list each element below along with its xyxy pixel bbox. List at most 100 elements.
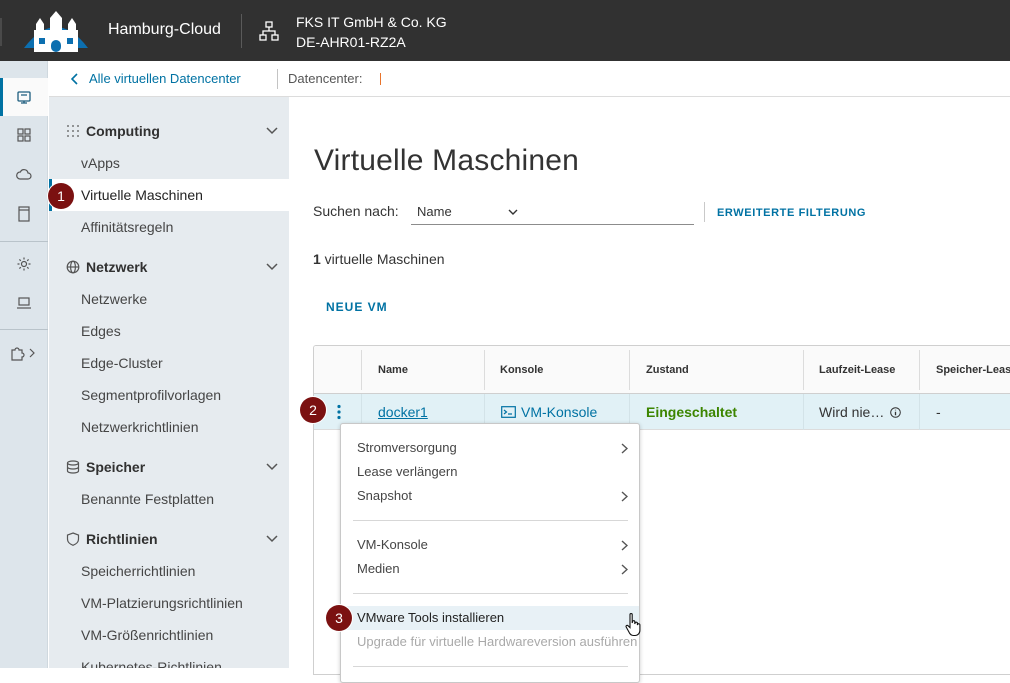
rail-puzzle-extensions-icon[interactable] xyxy=(0,334,48,372)
menu-item-lease-verlaengern[interactable]: Lease verlängern xyxy=(341,460,639,484)
filter-divider xyxy=(704,202,705,222)
menu-item-label: VMware Tools installieren xyxy=(357,610,505,625)
search-field-select[interactable]: Name xyxy=(411,199,694,225)
column-header-speicher-lease[interactable]: Speicher-Lease xyxy=(936,346,1010,394)
page-title: Virtuelle Maschinen xyxy=(314,144,580,177)
org-name[interactable]: FKS IT GmbH & Co. KG xyxy=(296,12,447,32)
search-field-value: Name xyxy=(417,204,452,219)
sidebar-group-netzwerk[interactable]: Netzwerk xyxy=(49,251,289,283)
hamburg-logo-icon[interactable] xyxy=(22,8,90,56)
datacenter-label: Datencenter: xyxy=(288,71,363,86)
sidebar-item-vm-platzierungsrichtlinien[interactable]: VM-Platzierungsrichtlinien xyxy=(49,587,289,619)
sidebar-item-kubernetes-richtlinien[interactable]: Kubernetes-Richtlinien xyxy=(49,651,289,668)
rail-library-book-icon[interactable] xyxy=(0,195,48,233)
sidebar-item-segmentprofilvorlagen[interactable]: Segmentprofilvorlagen xyxy=(49,379,289,411)
chevron-right-icon xyxy=(621,564,628,575)
header-divider xyxy=(241,14,242,48)
sidebar-item-edges[interactable]: Edges xyxy=(49,315,289,347)
database-icon xyxy=(66,460,80,474)
chevron-right-icon xyxy=(621,443,628,454)
sidebar-item-netzwerkrichtlinien[interactable]: Netzwerkrichtlinien xyxy=(49,411,289,443)
menu-divider xyxy=(353,520,628,521)
datagrid-header: Name Konsole Zustand Laufzeit-Lease Spei… xyxy=(314,346,1010,394)
column-separator[interactable] xyxy=(919,350,920,390)
search-by-label: Suchen nach: xyxy=(313,203,399,219)
organization-icon xyxy=(259,21,279,41)
menu-item-upgrade-hardwareversion: Upgrade für virtuelle Hardwareversion au… xyxy=(341,630,639,654)
sidebar: Computing vApps Virtuelle Maschinen Affi… xyxy=(49,97,289,668)
sidebar-item-edge-cluster[interactable]: Edge-Cluster xyxy=(49,347,289,379)
chevron-down-icon xyxy=(266,463,278,471)
icon-rail xyxy=(0,61,48,668)
new-vm-button[interactable]: NEUE VM xyxy=(326,300,388,314)
menu-item-stromversorgung[interactable]: Stromversorgung xyxy=(341,436,639,460)
shield-icon xyxy=(66,532,80,546)
sidebar-group-computing[interactable]: Computing xyxy=(49,115,289,147)
menu-item-vmware-tools-installieren[interactable]: VMware Tools installieren xyxy=(341,606,639,630)
chevron-down-icon xyxy=(266,263,278,271)
menu-item-label: VM-Konsole xyxy=(357,537,428,552)
row-actions-kebab-icon[interactable] xyxy=(334,404,344,420)
column-separator[interactable] xyxy=(484,350,485,390)
sidebar-group-label: Speicher xyxy=(86,459,146,475)
menu-item-snapshot[interactable]: Snapshot xyxy=(341,484,639,508)
sidebar-group-label: Netzwerk xyxy=(86,259,148,275)
grid-dots-icon xyxy=(66,124,80,138)
sidebar-item-speicherrichtlinien[interactable]: Speicherrichtlinien xyxy=(49,555,289,587)
sidebar-item-netzwerke[interactable]: Netzwerke xyxy=(49,283,289,315)
breadcrumb-bar: Alle virtuellen Datencenter Datencenter: xyxy=(49,61,1010,97)
vm-count-number: 1 xyxy=(313,251,321,267)
app-title[interactable]: Hamburg-Cloud xyxy=(108,21,221,39)
sidebar-group-speicher[interactable]: Speicher xyxy=(49,451,289,483)
sidebar-item-affinitaetsregeln[interactable]: Affinitätsregeln xyxy=(49,211,289,243)
column-header-name[interactable]: Name xyxy=(378,346,408,394)
runtime-lease-value: Wird nie… xyxy=(819,404,885,420)
sidebar-item-vapps[interactable]: vApps xyxy=(49,147,289,179)
chevron-down-icon xyxy=(266,535,278,543)
menu-item-label: Stromversorgung xyxy=(357,440,457,455)
sidebar-group-label: Computing xyxy=(86,123,160,139)
chevron-down-icon xyxy=(508,209,518,215)
sidebar-item-virtuelle-maschinen[interactable]: Virtuelle Maschinen xyxy=(49,179,289,211)
rail-laptop-icon[interactable] xyxy=(0,284,48,322)
cell-separator xyxy=(919,394,920,430)
column-header-zustand[interactable]: Zustand xyxy=(646,346,689,394)
column-separator xyxy=(361,350,362,390)
menu-item-label: Lease verlängern xyxy=(357,464,458,479)
row-actions-menu: Stromversorgung Lease verlängern Snapsho… xyxy=(340,423,640,683)
chevron-down-icon xyxy=(266,127,278,135)
vm-count-suffix: virtuelle Maschinen xyxy=(320,251,445,267)
menu-item-label: Snapshot xyxy=(357,488,412,503)
menu-item-medien[interactable]: Medien xyxy=(341,557,639,581)
sidebar-group-richtlinien[interactable]: Richtlinien xyxy=(49,523,289,555)
vm-name-link[interactable]: docker1 xyxy=(378,404,428,420)
rail-vm-server-icon[interactable] xyxy=(0,78,48,116)
rail-grid-apps-icon[interactable] xyxy=(0,116,48,154)
sidebar-item-benannte-festplatten[interactable]: Benannte Festplatten xyxy=(49,483,289,515)
rail-cloud-icon[interactable] xyxy=(0,155,48,193)
menu-item-vm-konsole[interactable]: VM-Konsole xyxy=(341,533,639,557)
column-separator[interactable] xyxy=(629,350,630,390)
rail-divider xyxy=(0,329,48,330)
info-icon[interactable] xyxy=(890,406,902,418)
chevron-right-icon xyxy=(621,540,628,551)
advanced-filter-button[interactable]: ERWEITERTE FILTERUNG xyxy=(717,207,866,219)
back-to-datacenters-link[interactable]: Alle virtuellen Datencenter xyxy=(71,71,241,86)
sidebar-group-label: Richtlinien xyxy=(86,531,158,547)
step-marker-2: 2 xyxy=(300,397,326,423)
org-site[interactable]: DE-AHR01-RZ2A xyxy=(296,32,406,52)
sidebar-item-vm-groessenrichtlinien[interactable]: VM-Größenrichtlinien xyxy=(49,619,289,651)
column-separator[interactable] xyxy=(803,350,804,390)
column-header-konsole[interactable]: Konsole xyxy=(500,346,543,394)
rail-gear-icon[interactable] xyxy=(0,245,48,283)
cell-separator xyxy=(803,394,804,430)
menu-divider xyxy=(353,593,628,594)
back-link-label: Alle virtuellen Datencenter xyxy=(89,71,241,86)
column-header-laufzeit-lease[interactable]: Laufzeit-Lease xyxy=(819,346,895,394)
vm-count: 1 virtuelle Maschinen xyxy=(313,251,445,267)
console-icon xyxy=(501,406,516,418)
datacenter-value-marker[interactable] xyxy=(380,73,381,85)
globe-icon xyxy=(66,260,80,274)
step-marker-3: 3 xyxy=(326,605,352,631)
menu-divider xyxy=(353,666,628,667)
